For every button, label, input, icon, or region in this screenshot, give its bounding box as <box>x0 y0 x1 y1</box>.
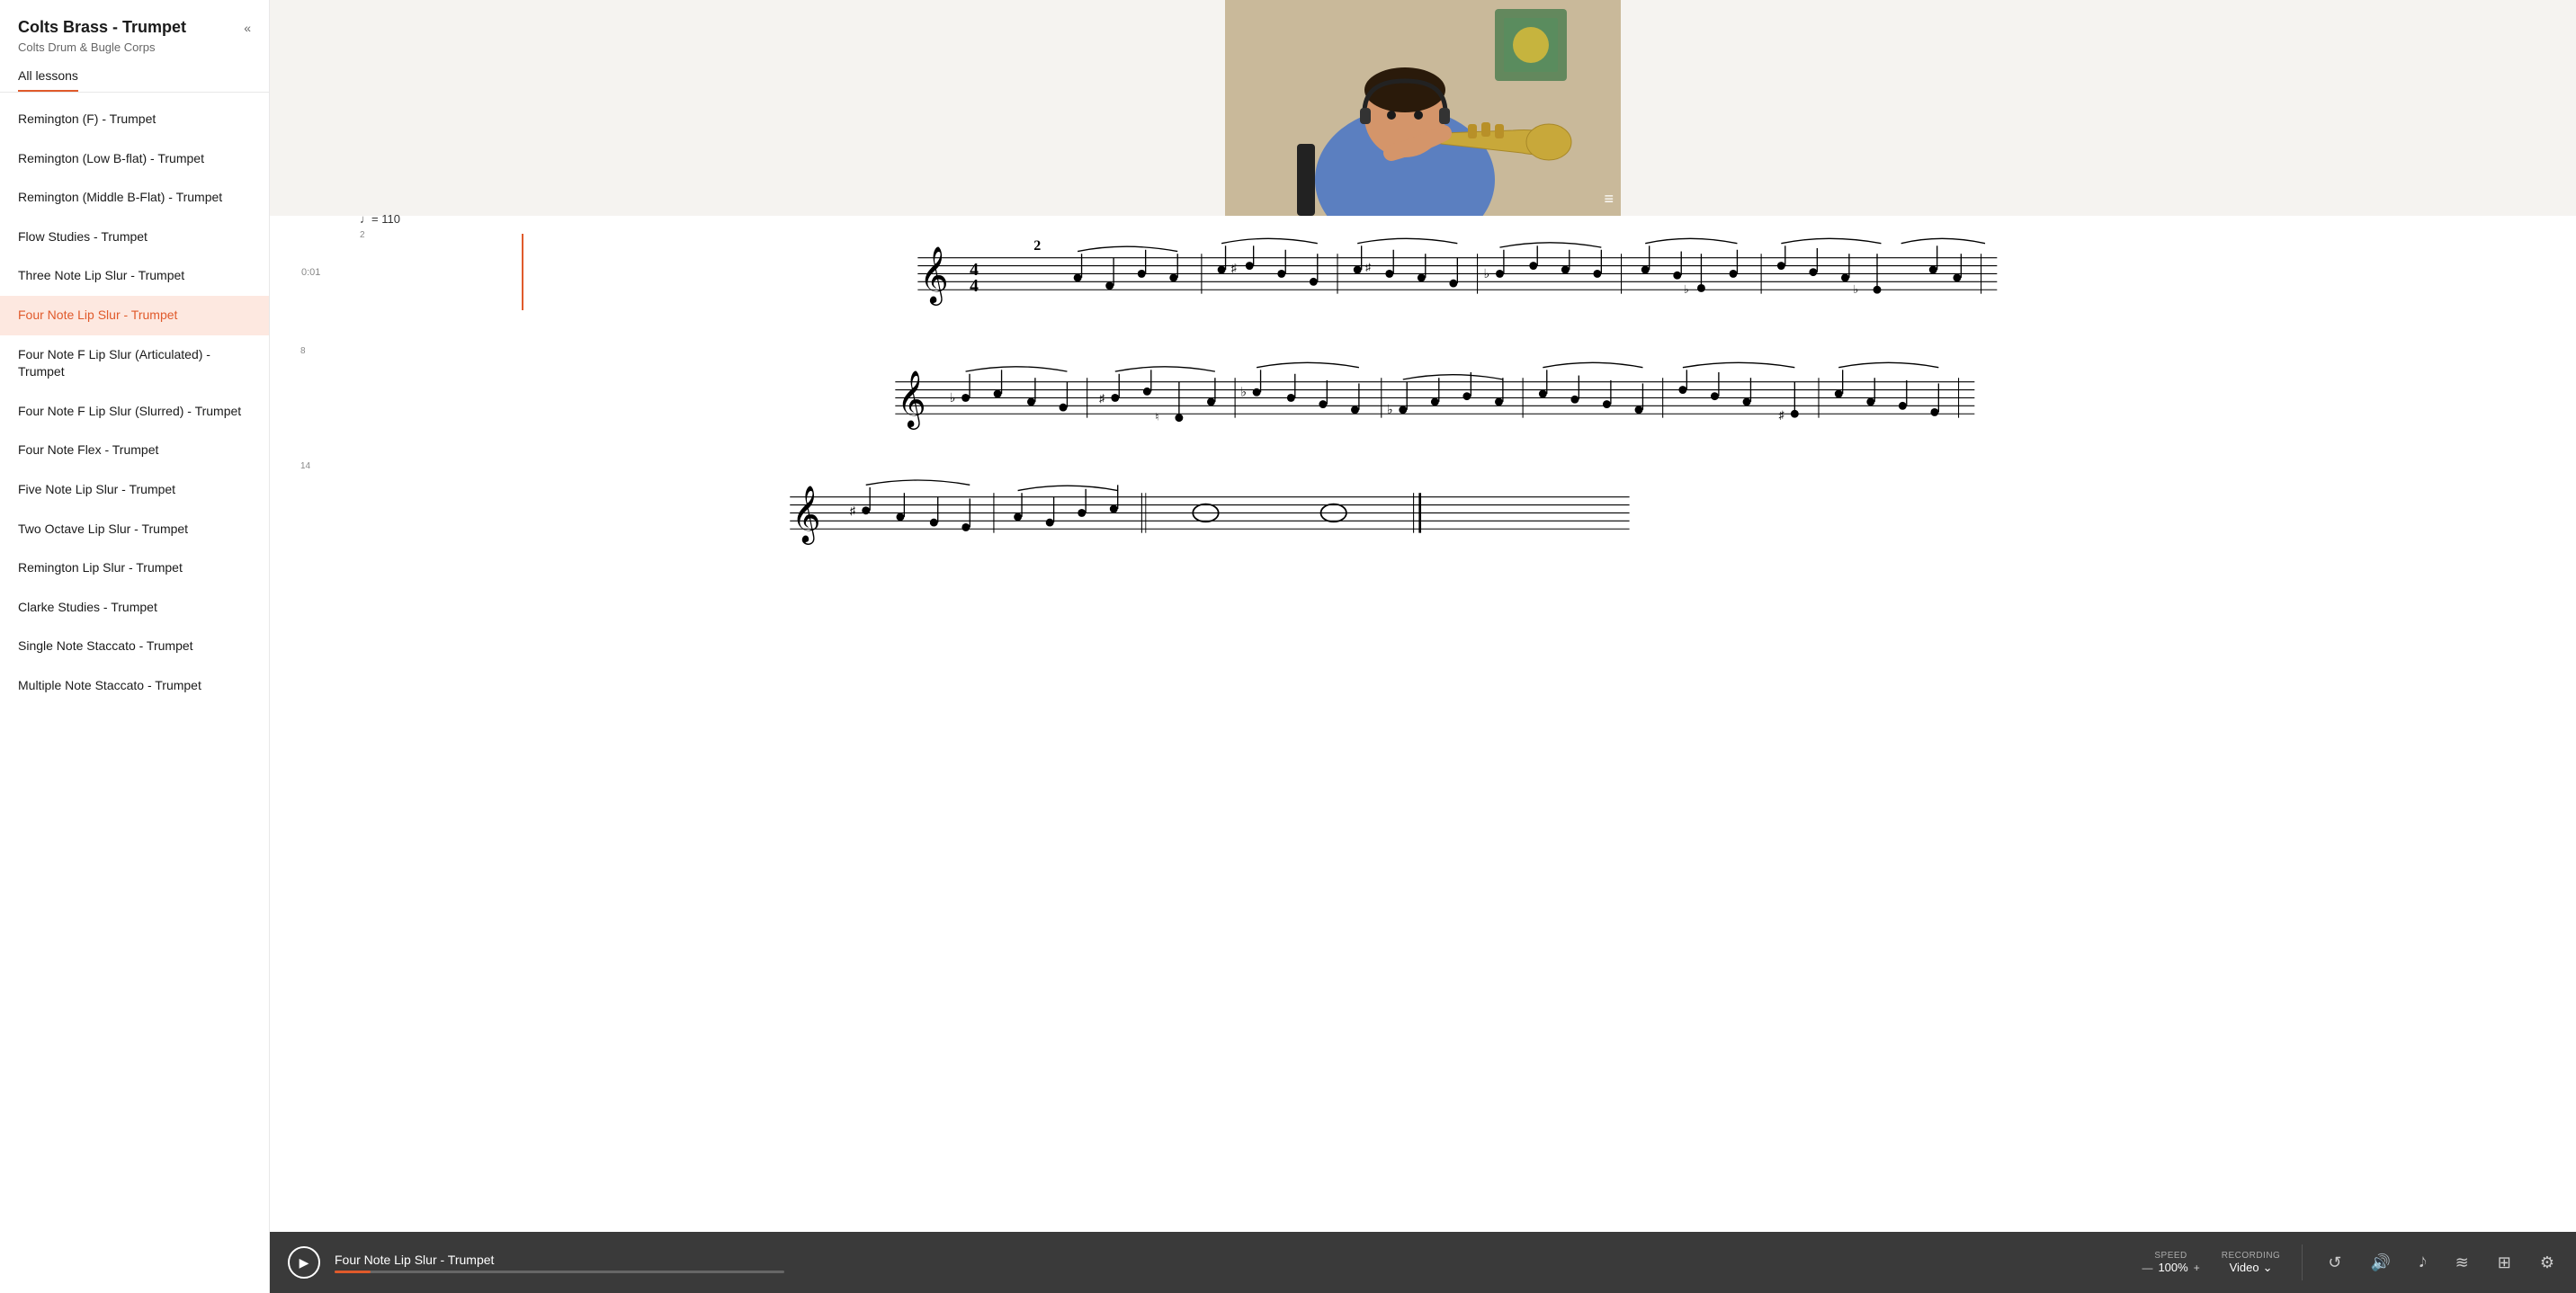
recording-control: RECORDING Video ⌄ <box>2222 1251 2281 1275</box>
svg-text:♭: ♭ <box>1684 283 1689 296</box>
sidebar-item-remington-f[interactable]: Remington (F) - Trumpet <box>0 100 269 139</box>
svg-text:4: 4 <box>970 277 979 296</box>
recording-value: Video <box>2230 1261 2259 1274</box>
sidebar-item-four-note-flex[interactable]: Four Note Flex - Trumpet <box>0 431 269 470</box>
loop-icon: ↺ <box>2328 1253 2341 1272</box>
svg-text:♯: ♯ <box>1365 263 1371 273</box>
play-icon: ▶ <box>300 1255 309 1271</box>
player-progress-fill <box>335 1271 371 1273</box>
measure-num-8: 8 <box>300 346 2549 356</box>
speed-decrease-button[interactable]: — <box>2142 1262 2152 1274</box>
svg-text:♭: ♭ <box>1853 283 1858 296</box>
sidebar-title: Colts Brass - Trumpet <box>18 18 186 37</box>
sidebar-item-remington-middle-bf[interactable]: Remington (Middle B-Flat) - Trumpet <box>0 178 269 218</box>
waveform-icon: ≋ <box>2455 1253 2469 1272</box>
sidebar-item-five-note-lip-slur[interactable]: Five Note Lip Slur - Trumpet <box>0 470 269 510</box>
svg-text:♯: ♯ <box>1779 409 1784 422</box>
music-row-1: 0:01 2 ♩= 110 𝄞 4 <box>342 234 2549 310</box>
volume-button[interactable]: 🔊 <box>2366 1250 2393 1276</box>
sidebar-item-remington-lip-slur[interactable]: Remington Lip Slur - Trumpet <box>0 548 269 588</box>
metronome-button[interactable]: 𝅘𝅥𝅮 <box>2416 1252 2430 1274</box>
sidebar-item-two-octave-lip-slur[interactable]: Two Octave Lip Slur - Trumpet <box>0 510 269 549</box>
svg-text:♮: ♮ <box>1155 412 1158 423</box>
speed-value: 100% <box>2158 1261 2187 1274</box>
sidebar-header: Colts Brass - Trumpet « Colts Drum & Bug… <box>0 0 269 93</box>
music-row-3: 14 𝄞 ♯ <box>297 461 2549 549</box>
svg-text:𝄞: 𝄞 <box>919 247 949 306</box>
loop-button[interactable]: ↺ <box>2324 1250 2345 1276</box>
player-track-info: Four Note Lip Slur - Trumpet <box>335 1253 2127 1273</box>
settings-icon: ⚙ <box>2540 1253 2554 1272</box>
collapse-icon[interactable]: « <box>244 21 251 35</box>
measure-num-2: 2 <box>360 230 365 240</box>
sidebar-item-three-note-lip-slur[interactable]: Three Note Lip Slur - Trumpet <box>0 256 269 296</box>
metronome-icon: 𝅘𝅥𝅮 <box>2419 1255 2427 1271</box>
all-lessons-tab[interactable]: All lessons <box>18 68 78 92</box>
svg-text:♯: ♯ <box>1099 392 1105 405</box>
recording-chevron[interactable]: ⌄ <box>2263 1261 2273 1275</box>
speed-control: SPEED — 100% + <box>2142 1251 2199 1274</box>
video-menu-icon[interactable]: ≡ <box>1604 190 1614 209</box>
staff-3: 𝄞 ♯ <box>297 473 2098 545</box>
sidebar: Colts Brass - Trumpet « Colts Drum & Bug… <box>0 0 270 1293</box>
recording-label: RECORDING <box>2222 1251 2281 1261</box>
music-row-2: 8 𝄞 ♭ <box>297 346 2549 434</box>
playhead <box>522 234 523 310</box>
measure-num-14: 14 <box>300 461 2549 471</box>
speed-label: SPEED <box>2154 1251 2187 1261</box>
svg-text:♭: ♭ <box>1240 386 1247 400</box>
svg-text:♭: ♭ <box>1387 403 1393 417</box>
svg-text:𝄞: 𝄞 <box>792 486 821 545</box>
sidebar-item-single-note-staccato[interactable]: Single Note Staccato - Trumpet <box>0 627 269 666</box>
svg-text:♭: ♭ <box>950 391 956 406</box>
sidebar-item-four-note-lip-slur[interactable]: Four Note Lip Slur - Trumpet <box>0 296 269 335</box>
time-marker: 0:01 <box>301 267 320 278</box>
speed-increase-button[interactable]: + <box>2194 1262 2200 1274</box>
grid-icon: ⊞ <box>2498 1253 2511 1272</box>
staff-2: 𝄞 ♭ ♯ <box>297 358 2549 430</box>
volume-icon: 🔊 <box>2370 1253 2390 1272</box>
player-bar: ▶ Four Note Lip Slur - Trumpet SPEED — 1… <box>270 1232 2576 1293</box>
video-section: ≡ <box>270 0 2576 216</box>
svg-text:𝄞: 𝄞 <box>897 371 926 430</box>
sidebar-item-flow-studies[interactable]: Flow Studies - Trumpet <box>0 218 269 257</box>
play-button[interactable]: ▶ <box>288 1246 320 1279</box>
sidebar-subtitle: Colts Drum & Bugle Corps <box>18 40 251 54</box>
settings-button[interactable]: ⚙ <box>2536 1250 2558 1276</box>
video-thumbnail[interactable]: ≡ <box>1225 0 1621 216</box>
staff-1: 𝄞 4 4 2 <box>342 234 2549 306</box>
sidebar-item-remington-low-bb[interactable]: Remington (Low B-flat) - Trumpet <box>0 139 269 179</box>
sheet-music-area: 0:01 2 ♩= 110 𝄞 4 <box>270 216 2576 1232</box>
sidebar-item-four-note-f-lip-slur-articulated[interactable]: Four Note F Lip Slur (Articulated) - Tru… <box>0 335 269 392</box>
svg-text:2: 2 <box>1033 238 1041 254</box>
waveform-button[interactable]: ≋ <box>2452 1250 2473 1276</box>
main-content: ≡ 0:01 2 ♩= 110 <box>270 0 2576 1293</box>
player-track-name: Four Note Lip Slur - Trumpet <box>335 1253 2127 1267</box>
lesson-list: Remington (F) - TrumpetRemington (Low B-… <box>0 93 269 1293</box>
sidebar-item-four-note-f-lip-slur-slurred[interactable]: Four Note F Lip Slur (Slurred) - Trumpet <box>0 392 269 432</box>
svg-text:♭: ♭ <box>1484 267 1490 281</box>
sidebar-item-multiple-note-staccato[interactable]: Multiple Note Staccato - Trumpet <box>0 666 269 706</box>
divider <box>2302 1244 2303 1280</box>
svg-text:♯: ♯ <box>1231 262 1237 274</box>
player-progress-bar[interactable] <box>335 1271 784 1273</box>
content-area: ≡ 0:01 2 ♩= 110 <box>270 0 2576 1232</box>
sidebar-item-clarke-studies[interactable]: Clarke Studies - Trumpet <box>0 588 269 628</box>
grid-button[interactable]: ⊞ <box>2494 1250 2515 1276</box>
tempo-mark: ♩= 110 <box>360 212 400 226</box>
player-controls-right: SPEED — 100% + RECORDING Video ⌄ <box>2142 1244 2558 1280</box>
svg-text:♯: ♯ <box>850 504 855 517</box>
